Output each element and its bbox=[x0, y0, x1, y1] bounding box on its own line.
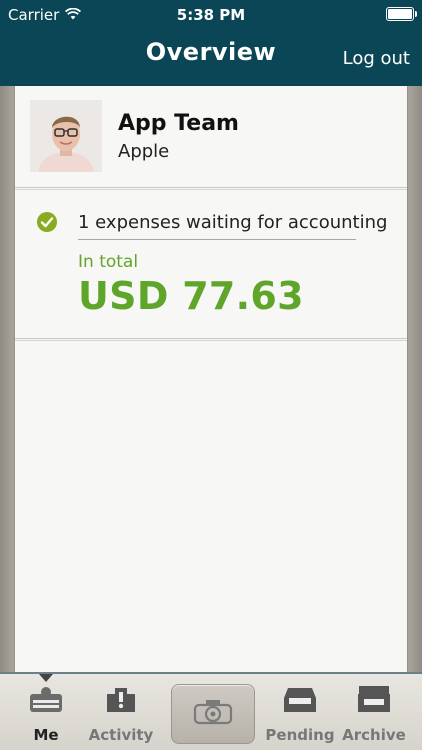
underline bbox=[78, 239, 356, 240]
total-label: In total bbox=[78, 252, 139, 272]
tab-activity[interactable]: Activity bbox=[79, 674, 163, 750]
activity-icon bbox=[103, 684, 139, 720]
avatar bbox=[30, 100, 102, 172]
tab-label: Me bbox=[33, 726, 59, 744]
pending-icon bbox=[282, 684, 318, 718]
status-time: 5:38 PM bbox=[176, 6, 246, 24]
status-bar: Carrier 5:38 PM bbox=[0, 0, 422, 28]
me-icon bbox=[28, 684, 64, 718]
camera-icon bbox=[191, 697, 235, 731]
tab-me[interactable]: Me bbox=[4, 674, 88, 750]
checkmark-icon bbox=[37, 212, 57, 232]
total-amount: USD 77.63 bbox=[78, 274, 304, 318]
tab-pending[interactable]: Pending bbox=[258, 674, 342, 750]
selected-indicator-icon bbox=[39, 674, 53, 682]
tab-label: Pending bbox=[265, 726, 335, 744]
tab-archive[interactable]: Archive bbox=[332, 674, 416, 750]
logout-button[interactable]: Log out bbox=[343, 48, 410, 69]
header: Carrier 5:38 PM Overview Log out bbox=[0, 0, 422, 86]
profile-section: App Team Apple bbox=[15, 86, 407, 188]
overview-card: App Team Apple 1 expenses waiting for ac… bbox=[15, 86, 407, 672]
camera-button[interactable] bbox=[171, 684, 255, 744]
tab-label: Archive bbox=[342, 726, 406, 744]
content-area: App Team Apple 1 expenses waiting for ac… bbox=[0, 86, 422, 672]
archive-icon bbox=[356, 684, 392, 718]
tab-label: Activity bbox=[88, 726, 154, 744]
tab-bar: Me Activity Pending Archive bbox=[0, 672, 422, 750]
profile-name: App Team bbox=[118, 111, 239, 136]
divider bbox=[15, 338, 407, 341]
expenses-waiting-text: 1 expenses waiting for accounting bbox=[78, 212, 388, 233]
divider bbox=[15, 187, 407, 190]
profile-organization: Apple bbox=[118, 141, 170, 162]
expenses-summary[interactable]: 1 expenses waiting for accounting In tot… bbox=[15, 192, 407, 338]
battery-icon bbox=[386, 7, 417, 21]
